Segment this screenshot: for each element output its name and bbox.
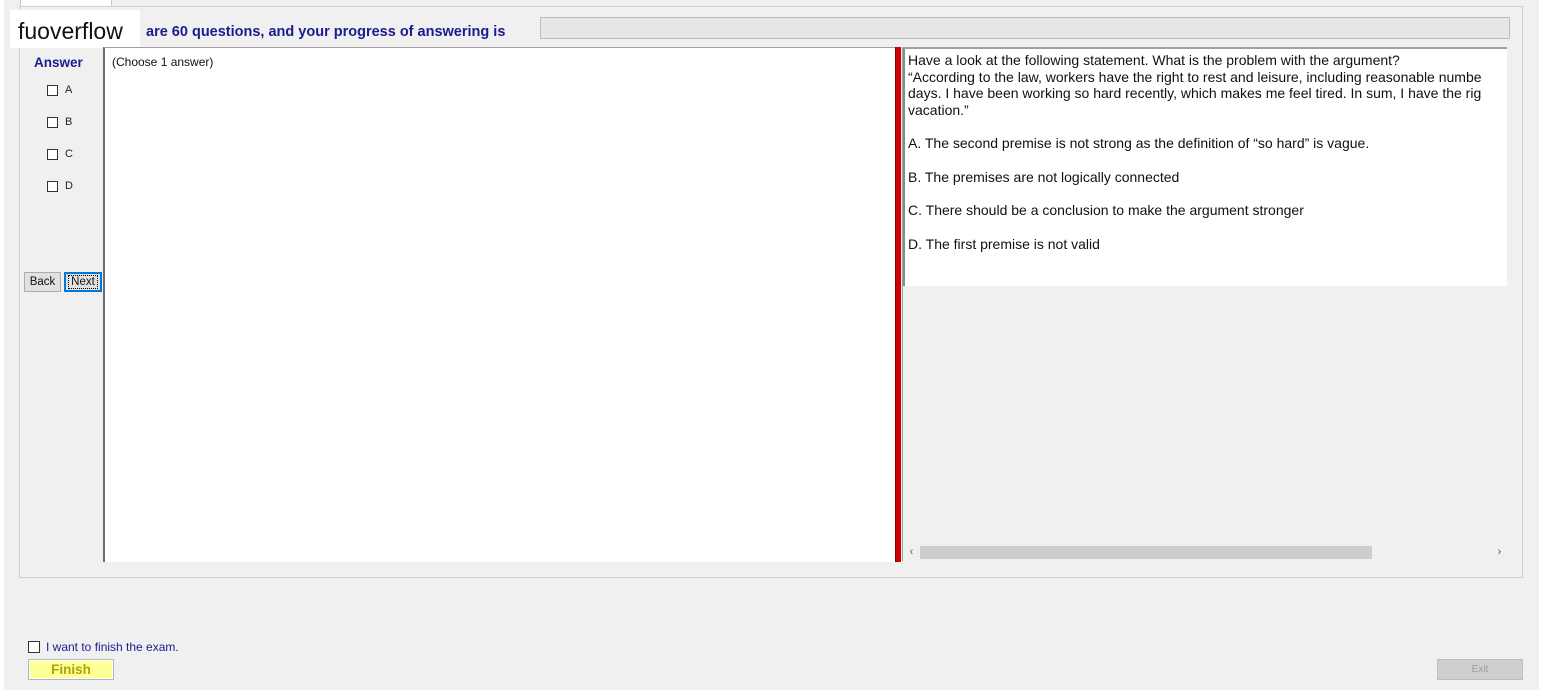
next-button[interactable]: Next [64,272,102,292]
answer-option-a[interactable]: A [47,84,72,96]
back-button[interactable]: Back [24,272,61,292]
checkbox[interactable] [47,180,58,192]
finish-confirm-checkbox[interactable]: I want to finish the exam. [28,640,179,654]
question-line: vacation.” [908,101,969,118]
question-panel[interactable]: Have a look at the following statement. … [902,47,1507,561]
option-label: C [65,148,73,160]
exit-button[interactable]: Exit [1437,659,1523,680]
answer-option-d[interactable]: D [47,180,73,192]
option-label: B [65,116,73,128]
option-label: D [65,180,73,192]
option-label: A [65,84,73,96]
checkbox[interactable] [47,116,58,128]
finish-confirm-label: I want to finish the exam. [46,640,179,654]
question-choice-c: C. There should be a conclusion to make … [908,202,1304,218]
answer-option-c[interactable]: C [47,148,73,160]
progress-text: are 60 questions, and your progress of a… [146,24,506,40]
question-content: Have a look at the following statement. … [903,49,1507,286]
checkbox[interactable] [47,84,58,96]
brand-watermark: fuoverflow [10,10,140,48]
question-line: days. I have been working so hard recent… [908,85,1482,101]
question-line: “According to the law, workers have the … [908,68,1482,85]
question-choice-a: A. The second premise is not strong as t… [908,135,1370,151]
choose-hint: (Choose 1 answer) [112,55,214,69]
scroll-left-icon[interactable]: ‹ [903,544,920,561]
question-choice-b: B. The premises are not logically connec… [908,168,1180,185]
finish-button[interactable]: Finish [28,659,114,680]
checkbox[interactable] [47,148,58,160]
answer-title: Answer [34,55,83,70]
next-button-label: Next [68,275,98,289]
question-line: Have a look at the following statement. … [908,52,1400,68]
answer-area[interactable]: (Choose 1 answer) [103,47,896,562]
panel-divider[interactable] [895,47,901,562]
checkbox[interactable] [28,641,40,653]
question-choice-d: D. The first premise is not valid [908,235,1100,252]
scroll-right-icon[interactable]: › [1491,544,1507,561]
scrollbar-thumb[interactable] [920,546,1372,559]
horizontal-scrollbar[interactable]: ‹ › [903,544,1507,561]
progress-bar [540,17,1510,39]
answer-option-b[interactable]: B [47,116,72,128]
